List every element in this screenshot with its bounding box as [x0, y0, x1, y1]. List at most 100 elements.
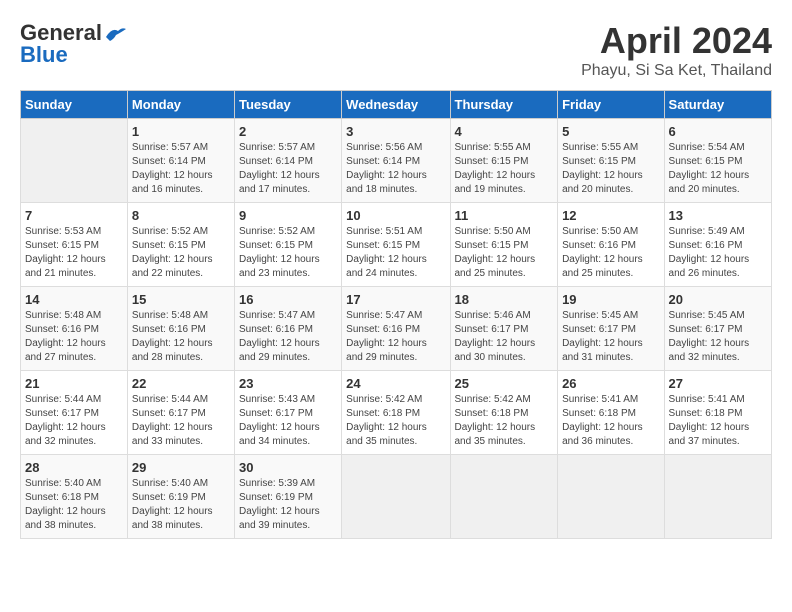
- calendar-cell: 16 Sunrise: 5:47 AMSunset: 6:16 PMDayligh…: [234, 287, 341, 371]
- day-info: Sunrise: 5:45 AMSunset: 6:17 PMDaylight:…: [562, 309, 659, 365]
- day-info: Sunrise: 5:48 AMSunset: 6:16 PMDaylight:…: [25, 309, 123, 365]
- calendar-cell: [558, 455, 664, 539]
- day-number: 26: [562, 376, 659, 391]
- day-of-week-header: Friday: [558, 91, 664, 119]
- calendar-cell: 8Sunrise: 5:52 AMSunset: 6:15 PMDaylight…: [127, 203, 234, 287]
- calendar-cell: 17 Sunrise: 5:47 AMSunset: 6:16 PMDayligh…: [342, 287, 450, 371]
- day-number: 4: [455, 124, 554, 139]
- day-number: 3: [346, 124, 445, 139]
- day-number: 29: [132, 460, 230, 475]
- calendar-week-row: 1Sunrise: 5:57 AMSunset: 6:14 PMDaylight…: [21, 119, 772, 203]
- calendar-cell: 23 Sunrise: 5:43 AMSunset: 6:17 PMDayligh…: [234, 371, 341, 455]
- calendar-cell: 7 Sunrise: 5:53 AMSunset: 6:15 PMDaylight…: [21, 203, 128, 287]
- day-number: 5: [562, 124, 659, 139]
- calendar-cell: 19 Sunrise: 5:45 AMSunset: 6:17 PMDayligh…: [558, 287, 664, 371]
- day-number: 21: [25, 376, 123, 391]
- day-number: 17: [346, 292, 445, 307]
- day-info: Sunrise: 5:43 AMSunset: 6:17 PMDaylight:…: [239, 393, 337, 449]
- day-info: Sunrise: 5:42 AMSunset: 6:18 PMDaylight:…: [346, 393, 445, 449]
- calendar-cell: 24 Sunrise: 5:42 AMSunset: 6:18 PMDayligh…: [342, 371, 450, 455]
- calendar-cell: 26 Sunrise: 5:41 AMSunset: 6:18 PMDayligh…: [558, 371, 664, 455]
- calendar-week-row: 21 Sunrise: 5:44 AMSunset: 6:17 PMDayligh…: [21, 371, 772, 455]
- calendar-cell: 1Sunrise: 5:57 AMSunset: 6:14 PMDaylight…: [127, 119, 234, 203]
- calendar-cell: 6Sunrise: 5:54 AMSunset: 6:15 PMDaylight…: [664, 119, 771, 203]
- day-info: Sunrise: 5:48 AMSunset: 6:16 PMDaylight:…: [132, 309, 230, 365]
- day-number: 18: [455, 292, 554, 307]
- day-info: Sunrise: 5:53 AMSunset: 6:15 PMDaylight:…: [25, 225, 123, 281]
- main-title: April 2024: [581, 20, 772, 62]
- day-info: Sunrise: 5:47 AMSunset: 6:16 PMDaylight:…: [239, 309, 337, 365]
- day-number: 7: [25, 208, 123, 223]
- day-number: 10: [346, 208, 445, 223]
- calendar-cell: 20 Sunrise: 5:45 AMSunset: 6:17 PMDayligh…: [664, 287, 771, 371]
- calendar-cell: [21, 119, 128, 203]
- calendar-cell: 30 Sunrise: 5:39 AMSunset: 6:19 PMDayligh…: [234, 455, 341, 539]
- day-info: Sunrise: 5:55 AMSunset: 6:15 PMDaylight:…: [562, 141, 659, 197]
- calendar-cell: 25Sunrise: 5:42 AMSunset: 6:18 PMDayligh…: [450, 371, 558, 455]
- day-info: Sunrise: 5:51 AMSunset: 6:15 PMDaylight:…: [346, 225, 445, 281]
- day-info: Sunrise: 5:50 AMSunset: 6:16 PMDaylight:…: [562, 225, 659, 281]
- day-number: 24: [346, 376, 445, 391]
- day-info: Sunrise: 5:50 AMSunset: 6:15 PMDaylight:…: [455, 225, 554, 281]
- day-info: Sunrise: 5:47 AMSunset: 6:16 PMDaylight:…: [346, 309, 445, 365]
- day-number: 28: [25, 460, 123, 475]
- day-number: 14: [25, 292, 123, 307]
- calendar-cell: 9Sunrise: 5:52 AMSunset: 6:15 PMDaylight…: [234, 203, 341, 287]
- calendar-cell: [450, 455, 558, 539]
- day-info: Sunrise: 5:49 AMSunset: 6:16 PMDaylight:…: [669, 225, 767, 281]
- day-number: 13: [669, 208, 767, 223]
- day-number: 20: [669, 292, 767, 307]
- day-number: 12: [562, 208, 659, 223]
- calendar-cell: 12 Sunrise: 5:50 AMSunset: 6:16 PMDayligh…: [558, 203, 664, 287]
- day-number: 30: [239, 460, 337, 475]
- subtitle: Phayu, Si Sa Ket, Thailand: [581, 62, 772, 80]
- title-block: April 2024 Phayu, Si Sa Ket, Thailand: [581, 20, 772, 80]
- day-of-week-header: Sunday: [21, 91, 128, 119]
- day-info: Sunrise: 5:41 AMSunset: 6:18 PMDaylight:…: [669, 393, 767, 449]
- day-info: Sunrise: 5:41 AMSunset: 6:18 PMDaylight:…: [562, 393, 659, 449]
- calendar-cell: 14 Sunrise: 5:48 AMSunset: 6:16 PMDayligh…: [21, 287, 128, 371]
- calendar-cell: 2Sunrise: 5:57 AMSunset: 6:14 PMDaylight…: [234, 119, 341, 203]
- day-number: 2: [239, 124, 337, 139]
- day-info: Sunrise: 5:44 AMSunset: 6:17 PMDaylight:…: [132, 393, 230, 449]
- day-number: 16: [239, 292, 337, 307]
- calendar-cell: [342, 455, 450, 539]
- day-number: 11: [455, 208, 554, 223]
- day-number: 15: [132, 292, 230, 307]
- logo: General Blue: [20, 20, 126, 68]
- day-info: Sunrise: 5:40 AMSunset: 6:19 PMDaylight:…: [132, 477, 230, 533]
- day-info: Sunrise: 5:44 AMSunset: 6:17 PMDaylight:…: [25, 393, 123, 449]
- logo-bird-icon: [104, 25, 126, 43]
- logo-blue: Blue: [20, 42, 68, 68]
- calendar-cell: 28 Sunrise: 5:40 AMSunset: 6:18 PMDayligh…: [21, 455, 128, 539]
- calendar-cell: 5 Sunrise: 5:55 AMSunset: 6:15 PMDaylight…: [558, 119, 664, 203]
- page-header: General Blue April 2024 Phayu, Si Sa Ket…: [20, 20, 772, 80]
- day-number: 25: [455, 376, 554, 391]
- calendar-cell: 21 Sunrise: 5:44 AMSunset: 6:17 PMDayligh…: [21, 371, 128, 455]
- calendar-week-row: 7 Sunrise: 5:53 AMSunset: 6:15 PMDaylight…: [21, 203, 772, 287]
- day-info: Sunrise: 5:55 AMSunset: 6:15 PMDaylight:…: [455, 141, 554, 197]
- day-number: 1: [132, 124, 230, 139]
- day-of-week-header: Monday: [127, 91, 234, 119]
- day-number: 27: [669, 376, 767, 391]
- day-of-week-header: Saturday: [664, 91, 771, 119]
- day-info: Sunrise: 5:39 AMSunset: 6:19 PMDaylight:…: [239, 477, 337, 533]
- day-number: 22: [132, 376, 230, 391]
- calendar-cell: 11 Sunrise: 5:50 AMSunset: 6:15 PMDayligh…: [450, 203, 558, 287]
- day-number: 19: [562, 292, 659, 307]
- calendar-cell: 4 Sunrise: 5:55 AMSunset: 6:15 PMDaylight…: [450, 119, 558, 203]
- day-info: Sunrise: 5:56 AMSunset: 6:14 PMDaylight:…: [346, 141, 445, 197]
- calendar-cell: 13 Sunrise: 5:49 AMSunset: 6:16 PMDayligh…: [664, 203, 771, 287]
- day-number: 9: [239, 208, 337, 223]
- calendar-table: SundayMondayTuesdayWednesdayThursdayFrid…: [20, 90, 772, 539]
- calendar-cell: [664, 455, 771, 539]
- day-info: Sunrise: 5:40 AMSunset: 6:18 PMDaylight:…: [25, 477, 123, 533]
- calendar-cell: 29 Sunrise: 5:40 AMSunset: 6:19 PMDayligh…: [127, 455, 234, 539]
- day-number: 23: [239, 376, 337, 391]
- day-of-week-header: Thursday: [450, 91, 558, 119]
- day-number: 8: [132, 208, 230, 223]
- day-number: 6: [669, 124, 767, 139]
- calendar-cell: 10 Sunrise: 5:51 AMSunset: 6:15 PMDayligh…: [342, 203, 450, 287]
- day-info: Sunrise: 5:45 AMSunset: 6:17 PMDaylight:…: [669, 309, 767, 365]
- calendar-cell: 22 Sunrise: 5:44 AMSunset: 6:17 PMDayligh…: [127, 371, 234, 455]
